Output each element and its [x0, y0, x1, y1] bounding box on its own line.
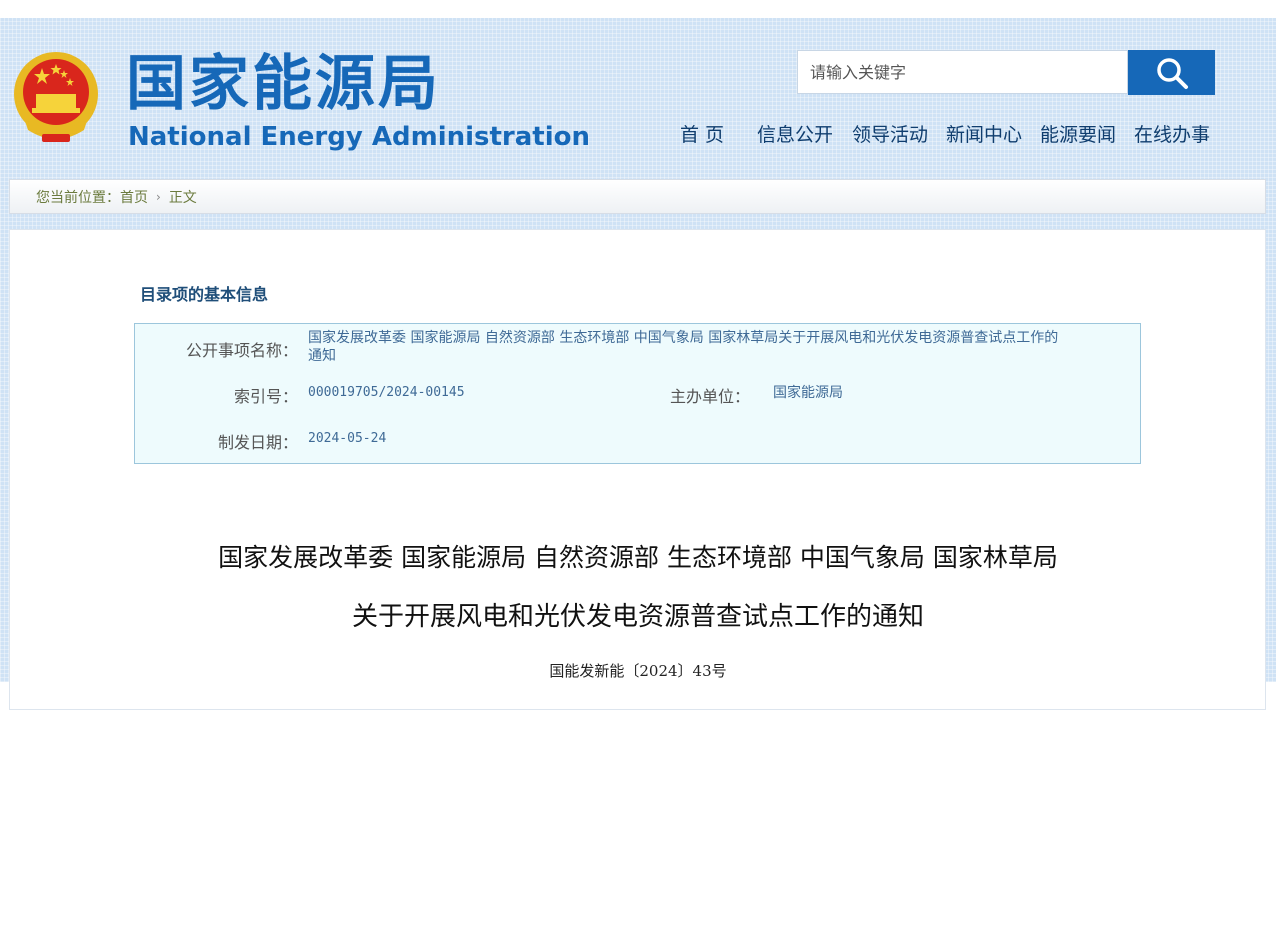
breadcrumb-home-link[interactable]: 首页	[120, 187, 148, 207]
index-label: 索引号：	[233, 387, 298, 406]
date-label: 制发日期：	[217, 433, 298, 452]
name-value-line2: 通知	[308, 348, 336, 364]
nav-online-services[interactable]: 在线办事	[1134, 118, 1210, 152]
search-button[interactable]	[1128, 50, 1215, 95]
breadcrumb: 您当前位置： 首页 › 正文	[9, 179, 1266, 214]
site-title-chinese: 国家能源局	[126, 49, 441, 119]
national-emblem-icon	[14, 52, 98, 142]
nav-info-disclosure[interactable]: 信息公开	[757, 118, 833, 152]
document-title-line1: 国家发展改革委 国家能源局 自然资源部 生态环境部 中国气象局 国家林草局	[218, 543, 1058, 572]
name-value-line1: 国家发展改革委 国家能源局 自然资源部 生态环境部 中国气象局 国家林草局关于开…	[308, 330, 1059, 346]
name-label: 公开事项名称：	[185, 341, 298, 360]
search-icon	[1156, 57, 1188, 89]
chevron-right-icon: ›	[156, 189, 161, 204]
search-input[interactable]	[797, 50, 1128, 94]
nav-energy-news[interactable]: 能源要闻	[1040, 118, 1116, 152]
organization-label: 主办单位：	[669, 387, 750, 406]
site-title-english: National Energy Administration	[128, 122, 591, 152]
document-number: 国能发新能〔2024〕43号	[549, 662, 727, 680]
date-value: 2024-05-24	[308, 431, 387, 446]
nav-news-center[interactable]: 新闻中心	[946, 118, 1022, 152]
nav-home[interactable]: 首 页	[680, 118, 724, 152]
metadata-section-title: 目录项的基本信息	[140, 285, 269, 304]
document-title-line2: 关于开展风电和光伏发电资源普查试点工作的通知	[351, 602, 924, 632]
organization-value: 国家能源局	[773, 385, 843, 401]
index-value: 000019705/2024-00145	[308, 385, 465, 400]
breadcrumb-current: 正文	[168, 189, 197, 206]
nav-leadership-activities[interactable]: 领导活动	[852, 118, 928, 152]
breadcrumb-prefix: 您当前位置：	[36, 189, 120, 206]
